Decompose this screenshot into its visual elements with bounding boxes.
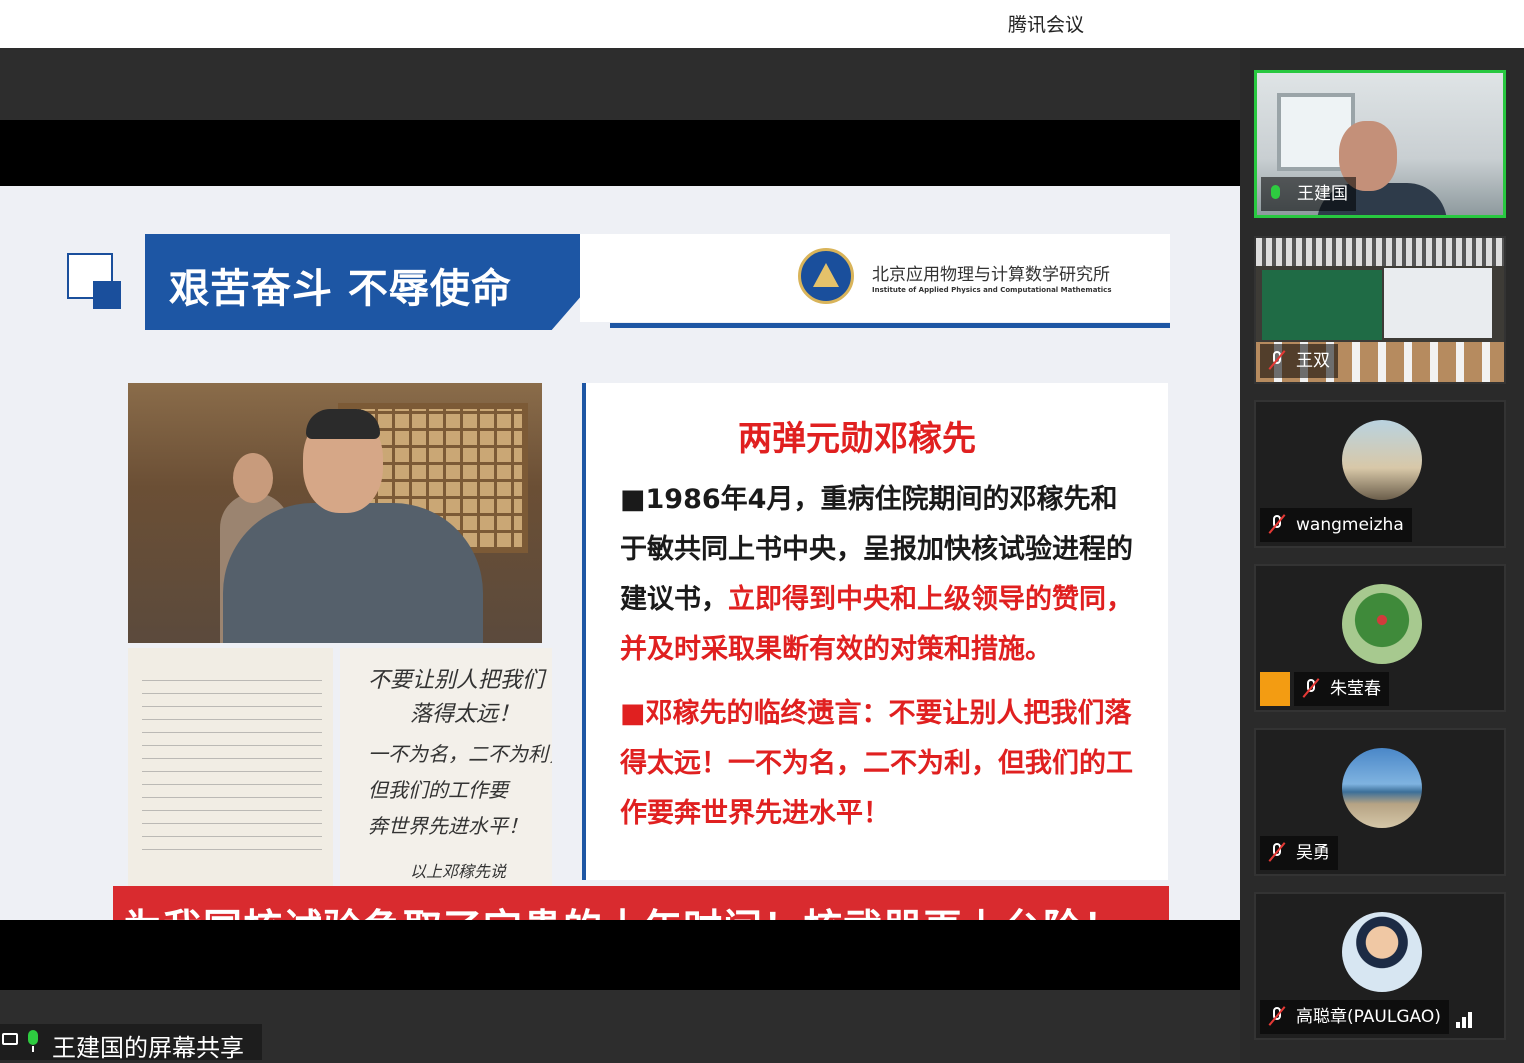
participant-nametag: 王双 (1260, 344, 1338, 378)
screen-share-label-text: 王建国的屏幕共享 (52, 1034, 244, 1062)
participant-name: wangmeizha (1296, 515, 1404, 535)
participant-nametag: wangmeizha (1260, 508, 1412, 542)
corner-decoration-fill (93, 281, 121, 309)
handwriting-line: 落得太远！ (410, 702, 521, 727)
avatar (1342, 420, 1422, 500)
avatar (1342, 912, 1422, 992)
participant-name: 王建国 (1297, 184, 1348, 204)
paragraph-2: ■邓稼先的临终遗言：不要让别人把我们落得太远！一不为名，二不为利，但我们的工作要… (620, 698, 1133, 829)
handwriting-line: 但我们的工作要 (368, 778, 508, 802)
handwriting-line: 以上邓稼先说 (410, 862, 507, 881)
participant-name: 朱莹春 (1330, 679, 1381, 699)
participant-nametag: 朱莹春 (1294, 672, 1389, 706)
mic-muted-icon (1268, 514, 1286, 534)
monitor-icon (2, 1033, 18, 1045)
slide-title: 艰苦奋斗 不辱使命 (169, 266, 512, 312)
participant-name: 高聪章(PAULGAO) (1296, 1007, 1441, 1027)
shared-screen-area: 艰苦奋斗 不辱使命 北京应用物理与计算数学研究所 Institute of Ap… (0, 48, 1240, 1063)
institute-logo-icon (798, 248, 854, 304)
letterbox-bottom (0, 920, 1240, 990)
slide-title-banner: 艰苦奋斗 不辱使命 (145, 234, 635, 330)
historical-photo (128, 383, 542, 643)
mic-muted-icon (1302, 678, 1320, 698)
participant-tile[interactable]: 王双 (1254, 236, 1506, 384)
avatar (1342, 584, 1422, 664)
participant-tile[interactable]: 吴勇 (1254, 728, 1506, 876)
institute-name-cn: 北京应用物理与计算数学研究所 (872, 265, 1110, 285)
screen-share-label[interactable]: 王建国的屏幕共享 (0, 1024, 262, 1062)
participant-nametag: 吴勇 (1260, 836, 1338, 870)
title-bar: 腾讯会议 (0, 0, 1524, 48)
mic-muted-icon (1268, 350, 1286, 370)
participant-tile[interactable]: 王建国 (1254, 70, 1506, 218)
handwriting-line: 奔世界先进水平！ (368, 814, 528, 838)
header-divider (610, 323, 1170, 328)
bottom-banner-text: 为我国核试验争取了宝贵的十年时间！核武器再上台阶！ (123, 898, 1123, 920)
mic-muted-icon (1268, 1006, 1286, 1026)
bottom-banner: 为我国核试验争取了宝贵的十年时间！核武器再上台阶！ (113, 886, 1169, 920)
participant-nametag: 王建国 (1261, 177, 1356, 211)
text-panel: 两弹元勋邓稼先 ■1986年4月，重病住院期间的邓稼先和于敏共同上书中央，呈报加… (582, 383, 1168, 880)
participant-tile[interactable]: 朱莹春 (1254, 564, 1506, 712)
presentation-slide: 艰苦奋斗 不辱使命 北京应用物理与计算数学研究所 Institute of Ap… (0, 186, 1240, 920)
signal-strength-icon (1456, 1012, 1476, 1028)
microphone-icon (28, 1030, 38, 1045)
participant-nametag: 高聪章(PAULGAO) (1260, 1000, 1449, 1034)
avatar (1342, 748, 1422, 828)
handwriting-line: 不要让别人把我们 (368, 668, 545, 693)
letter-document-image (128, 648, 333, 888)
participant-name: 吴勇 (1296, 843, 1330, 863)
person-icon (1260, 672, 1290, 706)
participant-name: 王双 (1296, 351, 1330, 371)
paragraph-1: ■1986年4月，重病住院期间的邓稼先和于敏共同上书中央，呈报加快核试验进程的建… (620, 475, 1140, 675)
app-title: 腾讯会议 (1008, 14, 1085, 36)
microphone-icon (1271, 185, 1280, 199)
mic-muted-icon (1268, 842, 1286, 862)
institute-name-en: Institute of Applied Physics and Computa… (872, 286, 1112, 294)
handwritten-note-image: 不要让别人把我们 落得太远！ 一不为名，二不为利， 但我们的工作要 奔世界先进水… (340, 648, 552, 888)
letterbox-top (0, 120, 1240, 186)
panel-heading: 两弹元勋邓稼先 (738, 419, 976, 459)
participant-tile[interactable]: 高聪章(PAULGAO) (1254, 892, 1506, 1040)
handwriting-line: 一不为名，二不为利， (368, 742, 552, 766)
participant-tile[interactable]: wangmeizha (1254, 400, 1506, 548)
